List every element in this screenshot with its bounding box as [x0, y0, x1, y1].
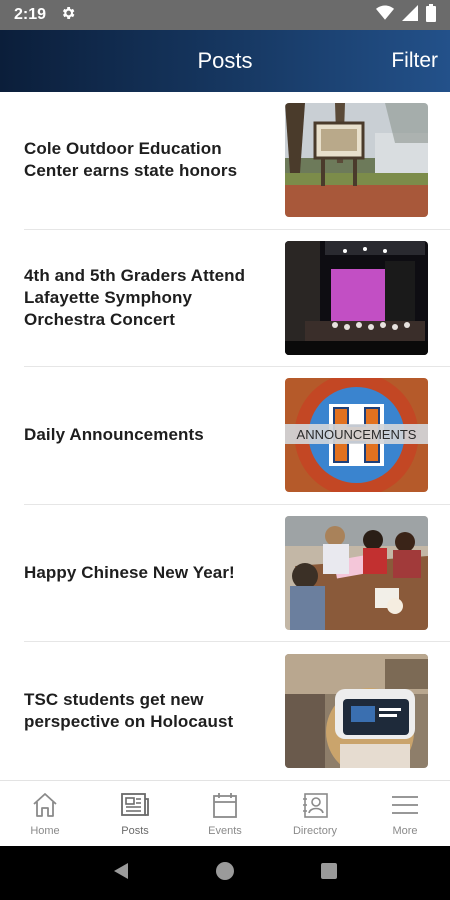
announcements-text: ANNOUNCEMENTS [297, 427, 417, 442]
signal-icon [402, 4, 418, 26]
post-item[interactable]: Happy Chinese New Year! [24, 505, 450, 643]
home-button-icon[interactable] [215, 861, 235, 886]
orchestra-concert-photo [285, 240, 428, 355]
calendar-icon [212, 789, 238, 821]
post-item[interactable]: Daily Announcements ANNOUNCEMENTS [24, 367, 450, 505]
bottom-nav: Home Posts Events Directory More [0, 780, 450, 846]
nav-label: Posts [121, 825, 149, 837]
app-header: Posts Filter [0, 30, 450, 92]
recents-icon[interactable] [320, 862, 338, 885]
nav-item-home[interactable]: Home [0, 781, 90, 846]
post-item[interactable]: 4th and 5th Graders Attend Lafayette Sym… [24, 230, 450, 368]
vr-headset-photo [285, 654, 428, 769]
home-icon [31, 789, 59, 821]
nav-label: Home [30, 825, 60, 837]
nav-label: More [392, 825, 418, 837]
announcements-graphic: ANNOUNCEMENTS [285, 378, 428, 493]
post-title: Happy Chinese New Year! [24, 563, 235, 583]
post-title: Daily Announcements [24, 425, 204, 445]
post-title: TSC students get new perspective on Holo… [24, 690, 234, 732]
contact-card-icon [301, 789, 329, 821]
post-item[interactable]: TSC students get new perspective on Holo… [24, 642, 450, 780]
status-bar: 2:19 [0, 0, 450, 30]
newspaper-icon [120, 789, 150, 821]
gear-icon [60, 5, 76, 26]
post-item[interactable]: Cole Outdoor Education Center earns stat… [24, 92, 450, 230]
post-list: Cole Outdoor Education Center earns stat… [0, 92, 450, 780]
post-title: 4th and 5th Graders Attend Lafayette Sym… [24, 265, 246, 329]
back-icon[interactable] [112, 861, 130, 886]
nav-label: Events [208, 825, 242, 837]
nav-label: Directory [292, 825, 337, 837]
filter-button[interactable]: Filter [385, 30, 444, 92]
outdoor-sign-photo [285, 103, 428, 218]
students-table-photo [285, 516, 428, 631]
nav-item-more[interactable]: More [360, 781, 450, 846]
battery-icon [426, 3, 436, 27]
system-nav-bar [0, 846, 450, 900]
menu-icon [390, 789, 420, 821]
page-title: Posts [197, 48, 253, 73]
wifi-icon [376, 5, 394, 26]
nav-item-directory[interactable]: Directory [270, 781, 360, 846]
post-title: Cole Outdoor Education Center earns stat… [24, 139, 238, 181]
nav-item-events[interactable]: Events [180, 781, 270, 846]
status-time: 2:19 [14, 6, 47, 23]
nav-item-posts[interactable]: Posts [90, 781, 180, 846]
